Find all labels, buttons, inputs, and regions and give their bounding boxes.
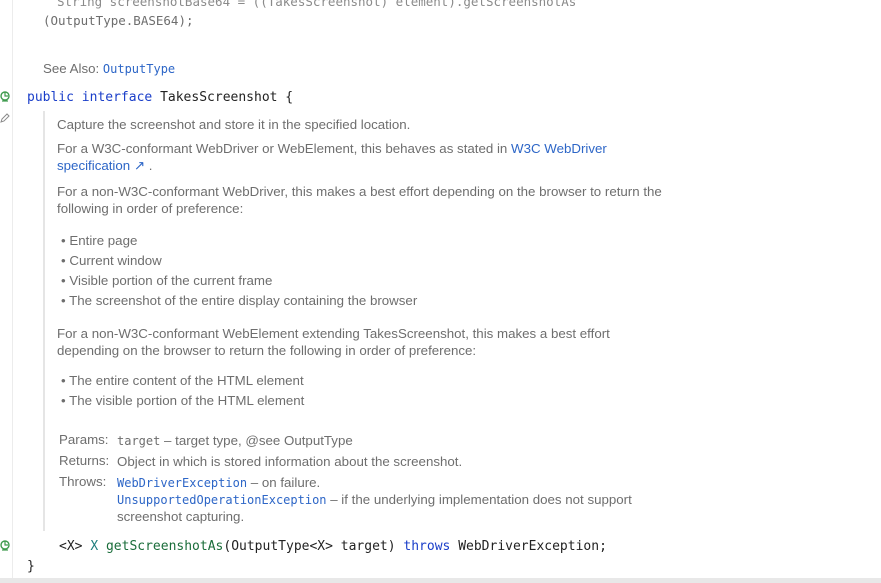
public-keyword: public: [27, 90, 74, 105]
editor-gutter: [0, 0, 12, 583]
returns-value: Object in which is stored information ab…: [117, 454, 463, 469]
doc-paragraph-2-text: For a W3C-conformant WebDriver or WebEle…: [57, 141, 512, 156]
doc-paragraph-1: Capture the screenshot and store it in t…: [57, 117, 411, 132]
throws-1: WebDriverException – on failure.: [117, 474, 320, 492]
param-desc: – target type, @see OutputType: [160, 433, 353, 448]
horizontal-scrollbar[interactable]: [0, 578, 881, 583]
interface-keyword: interface: [81, 90, 153, 105]
params-label: Params:: [59, 432, 109, 447]
edit-icon[interactable]: [0, 112, 10, 124]
throws-2-desc: – if the underlying implementation does …: [326, 492, 632, 507]
throws-1-desc: – on failure.: [247, 475, 321, 490]
interface-declaration: public interface TakesScreenshot {: [27, 90, 293, 105]
see-also-outputtype-link[interactable]: OutputType: [103, 62, 175, 76]
gutter-divider: [12, 0, 13, 583]
list-item: • Current window: [61, 253, 162, 268]
closing-brace: }: [27, 559, 35, 574]
implemented-icon[interactable]: [0, 91, 10, 103]
throws-label: Throws:: [59, 474, 107, 489]
list-item: • Entire page: [61, 233, 138, 248]
returns-label: Returns:: [59, 453, 110, 468]
throws-keyword: throws: [403, 539, 451, 554]
see-also-row: See Also: OutputType: [43, 60, 175, 78]
unsupportedoperationexception-link[interactable]: UnsupportedOperationException: [117, 493, 327, 507]
see-also-label: See Also:: [43, 61, 100, 76]
param-name: target: [117, 434, 161, 448]
throws-2-cont: screenshot capturing.: [117, 509, 245, 524]
doc-paragraph-2: For a W3C-conformant WebDriver or WebEle…: [57, 140, 677, 174]
list-item: • The entire content of the HTML element: [61, 373, 304, 388]
thrown-exception: WebDriverException;: [458, 539, 607, 554]
code-example-line2: (OutputType.BASE64);: [43, 13, 194, 28]
webdriverexception-link[interactable]: WebDriverException: [117, 476, 247, 490]
method-declaration: <X> X getScreenshotAs(OutputType<X> targ…: [59, 539, 607, 554]
list-item: • Visible portion of the current frame: [61, 273, 273, 288]
implemented-method-icon[interactable]: [0, 540, 10, 552]
interface-name: TakesScreenshot {: [160, 90, 294, 105]
list-item: • The screenshot of the entire display c…: [61, 293, 418, 308]
doc-paragraph-3: For a non-W3C-conformant WebDriver, this…: [57, 184, 662, 216]
generic-open: <X>: [59, 539, 83, 554]
method-params: (OutputType<X> target): [223, 539, 396, 554]
return-type: X: [90, 539, 99, 554]
doc-paragraph-2-end: .: [145, 158, 153, 173]
doc-paragraph-4: For a non-W3C-conformant WebElement exte…: [57, 326, 610, 358]
code-example-line1: String screenshotBase64 = ((TakesScreens…: [57, 0, 577, 9]
list-item: • The visible portion of the HTML elemen…: [61, 393, 305, 408]
external-link-icon: ↗: [130, 158, 146, 173]
method-name: getScreenshotAs: [105, 539, 224, 554]
throws-2: UnsupportedOperationException – if the u…: [117, 491, 632, 509]
doc-comment-bar: [43, 111, 45, 531]
params-value: target – target type, @see OutputType: [117, 432, 353, 450]
